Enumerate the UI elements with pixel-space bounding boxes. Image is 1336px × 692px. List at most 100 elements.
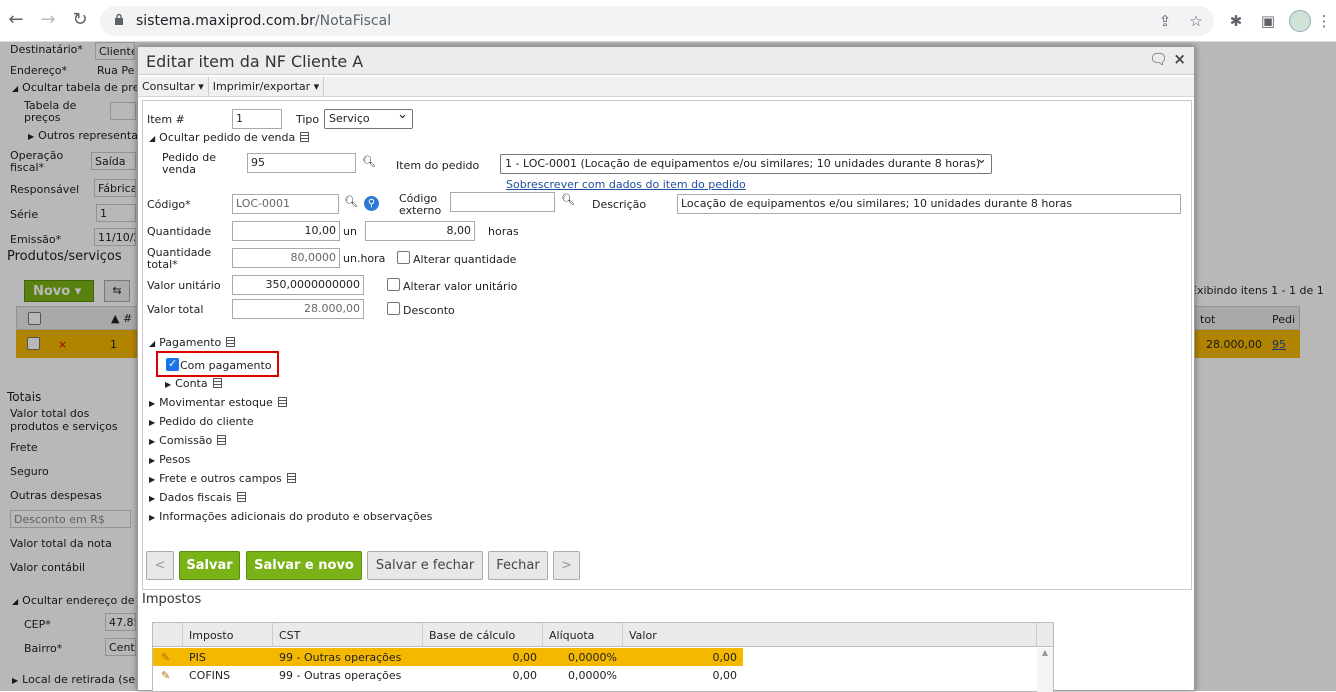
col-imposto[interactable]: Imposto [183, 623, 273, 647]
section-info-adicionais[interactable]: ▶ Informações adicionais do produto e obs… [149, 511, 432, 524]
codigo-label: Código* [147, 198, 191, 211]
alterar-valor-checkbox[interactable] [387, 278, 400, 291]
imprimir-menu[interactable]: Imprimir/exportar ▾ [209, 77, 325, 96]
row-valor: 0,00 [712, 669, 738, 682]
section-pedido-cliente[interactable]: ▶ Pedido do cliente [149, 416, 254, 429]
page-icon [286, 473, 296, 483]
avatar[interactable] [1289, 10, 1311, 32]
salvar-button[interactable]: Salvar [179, 551, 240, 580]
codigo-externo-field[interactable] [450, 192, 555, 212]
table-scrollbar[interactable]: ▲ [1037, 648, 1053, 692]
page-icon [226, 337, 236, 347]
horas-label: horas [488, 225, 519, 238]
qtd-total-field[interactable]: 80,0000 [232, 248, 340, 268]
back-icon[interactable]: ← [5, 10, 27, 30]
dialog-titlebar: Editar item da NF Cliente A 🗨 × [138, 47, 1194, 75]
impostos-heading: Impostos [142, 592, 202, 607]
share-icon[interactable]: ⇪ [1155, 12, 1175, 30]
row-cst: 99 - Outras operações [279, 669, 402, 682]
alterar-valor-label: Alterar valor unitário [403, 280, 518, 293]
tipo-label: Tipo [296, 113, 320, 126]
close-icon[interactable]: × [1173, 50, 1186, 68]
alterar-quantidade-label: Alterar quantidade [413, 253, 517, 266]
page-icon [217, 435, 227, 445]
codigo-detail-icon[interactable]: ⚲ [364, 196, 379, 211]
impostos-table: Imposto CST Base de cálculo Alíquota Val… [152, 622, 1054, 692]
section-comissao[interactable]: ▶ Comissão [149, 435, 227, 448]
dialog-title: Editar item da NF Cliente A [146, 52, 364, 71]
col-scroll [1037, 623, 1053, 647]
pedido-search-icon[interactable]: 🔍︎ [362, 156, 376, 168]
browser-toolbar: ← → ↻ sistema.maxiprod.com.br/NotaFiscal… [0, 0, 1336, 42]
col-edit [153, 623, 183, 647]
sidepanel-icon[interactable]: ▣ [1258, 12, 1278, 30]
salvar-fechar-button[interactable]: Salvar e fechar [367, 551, 483, 580]
com-pagamento-checkbox[interactable] [166, 357, 179, 371]
edit-icon[interactable]: ✎ [155, 666, 176, 684]
reload-icon[interactable]: ↻ [69, 10, 91, 30]
valor-total-field[interactable]: 28.000,00 [232, 299, 364, 319]
row-valor: 0,00 [712, 651, 738, 664]
prev-button[interactable]: < [146, 551, 174, 580]
pagamento-toggle[interactable]: ◢ Pagamento [149, 337, 236, 350]
col-aliquota[interactable]: Alíquota [543, 623, 623, 647]
url-text: sistema.maxiprod.com.br/NotaFiscal [136, 13, 392, 29]
row-imposto: PIS [189, 651, 206, 664]
row-cst: 99 - Outras operações [279, 651, 402, 664]
qtd-total-label: Quantidade total* [147, 246, 212, 271]
section-frete[interactable]: ▶ Frete e outros campos [149, 473, 296, 486]
page-icon [277, 397, 287, 407]
fechar-button[interactable]: Fechar [488, 551, 548, 580]
edit-icon[interactable]: ✎ [155, 648, 176, 666]
sobrescrever-link[interactable]: Sobrescrever com dados do item do pedido [506, 178, 746, 191]
descricao-label: Descrição [592, 198, 647, 211]
codigo-field[interactable]: LOC-0001 [232, 194, 339, 214]
row-aliquota: 0,0000% [568, 669, 617, 682]
section-pesos[interactable]: ▶ Pesos [149, 454, 190, 467]
address-bar[interactable]: sistema.maxiprod.com.br/NotaFiscal [100, 6, 1214, 36]
un-hora-label: un.hora [343, 252, 386, 265]
dialog-menu: Consultar ▾ Imprimir/exportar ▾ [138, 77, 1194, 97]
next-button[interactable]: > [553, 551, 580, 580]
ocultar-pedido-toggle[interactable]: ◢ Ocultar pedido de venda [149, 132, 310, 145]
item-pedido-select[interactable]: 1 - LOC-0001 (Locação de equipamentos e/… [500, 154, 992, 174]
codigo-externo-label: Código externo [399, 192, 442, 217]
salvar-novo-button[interactable]: Salvar e novo [246, 551, 362, 580]
extensions-icon[interactable]: ✱ [1226, 12, 1246, 30]
col-valor[interactable]: Valor [623, 623, 1037, 647]
conta-toggle[interactable]: ▶ Conta [165, 378, 222, 391]
comment-icon[interactable]: 🗨 [1149, 50, 1168, 68]
descricao-field[interactable]: Locação de equipamentos e/ou similares; … [677, 194, 1181, 214]
lock-icon [115, 13, 123, 25]
consultar-menu[interactable]: Consultar ▾ [138, 77, 209, 96]
star-icon[interactable]: ☆ [1186, 12, 1206, 30]
item-form: Item # 1 Tipo Serviço ◢Ocultar pedido de… [142, 100, 1192, 590]
page-icon [236, 492, 246, 502]
codigo-search-icon[interactable]: 🔍︎ [344, 196, 358, 208]
table-row[interactable]: ✎ COFINS 99 - Outras operações 0,00 0,00… [153, 666, 743, 684]
codigo-externo-search-icon[interactable]: 🔍︎ [561, 194, 575, 206]
section-dados-fiscais[interactable]: ▶ Dados fiscais [149, 492, 246, 505]
row-base: 0,00 [512, 669, 538, 682]
section-movimentar[interactable]: ▶ Movimentar estoque [149, 397, 287, 410]
horas-field[interactable]: 8,00 [365, 221, 475, 241]
un-label: un [343, 225, 357, 238]
forward-icon[interactable]: → [37, 10, 59, 30]
col-base[interactable]: Base de cálculo [423, 623, 543, 647]
edit-item-dialog: Editar item da NF Cliente A 🗨 × Consulta… [137, 46, 1195, 692]
quantidade-field[interactable]: 10,00 [232, 221, 340, 241]
col-cst[interactable]: CST [273, 623, 423, 647]
table-row[interactable]: ✎ PIS 99 - Outras operações 0,00 0,0000%… [153, 648, 743, 666]
menu-icon[interactable]: ⋮ [1314, 12, 1334, 30]
alterar-quantidade-checkbox[interactable] [397, 251, 410, 264]
row-base: 0,00 [512, 651, 538, 664]
item-field[interactable]: 1 [232, 109, 282, 129]
pedido-field[interactable]: 95 [247, 153, 356, 173]
row-imposto: COFINS [189, 669, 231, 682]
tipo-select[interactable]: Serviço [324, 109, 413, 129]
valor-unitario-field[interactable]: 350,0000000000 [232, 275, 364, 295]
item-label: Item # [147, 113, 185, 126]
com-pagamento-label: Com pagamento [180, 359, 272, 372]
desconto-checkbox[interactable] [387, 302, 400, 315]
page-icon [300, 132, 310, 142]
